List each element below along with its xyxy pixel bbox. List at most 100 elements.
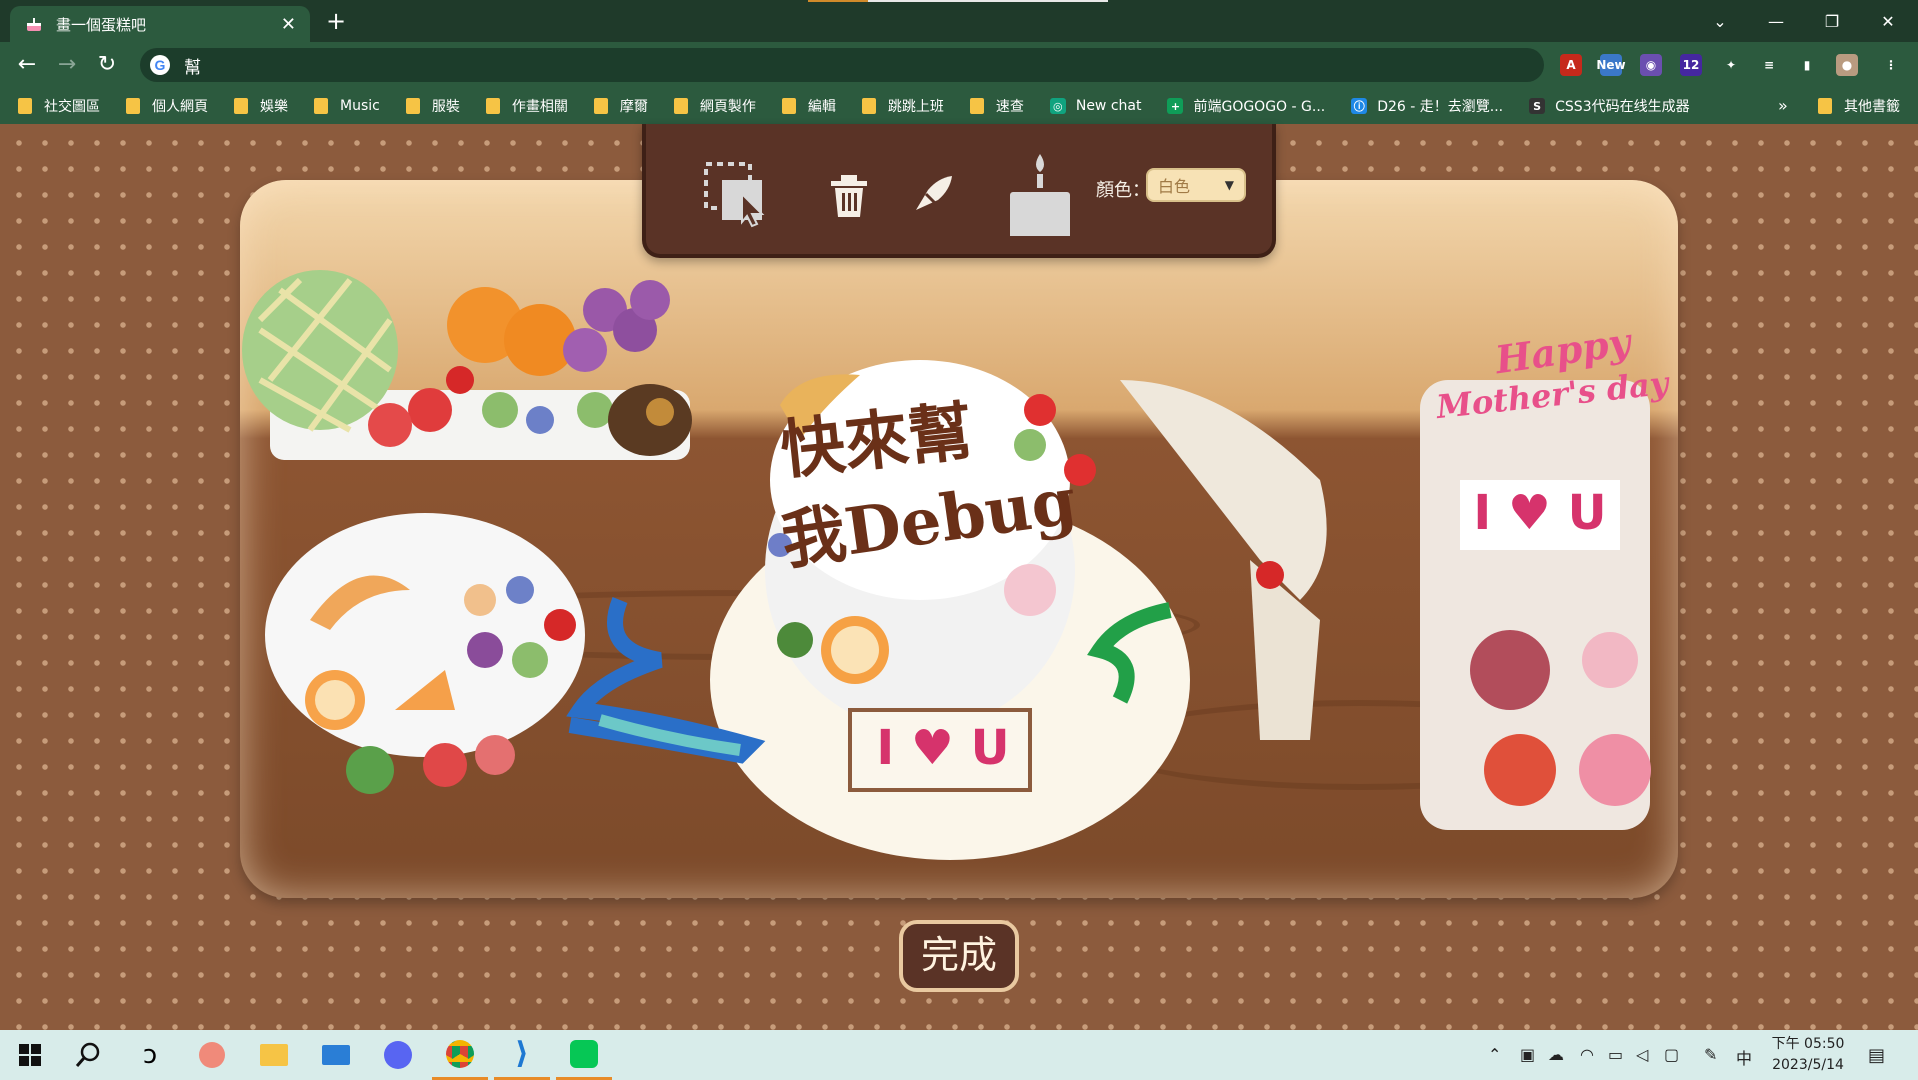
chrome-app-icon — [446, 1039, 474, 1068]
onedrive-icon[interactable]: ☁ — [1548, 1045, 1564, 1064]
bookmark-item[interactable]: ◎ New chat — [1049, 98, 1141, 114]
folder-app-icon — [260, 1044, 288, 1066]
bookmark-label: 速查 — [995, 99, 1024, 115]
bookmark-label: 社交圖區 — [44, 99, 100, 115]
taskbar-app-vscode[interactable]: ⟩ — [494, 1030, 550, 1080]
bookmark-item[interactable]: ⓘ D26 - 走！去瀏覽... — [1351, 96, 1503, 116]
more-menu-icon[interactable]: ⋮ — [1880, 54, 1902, 76]
vscode-app-icon: ⟩ — [515, 1036, 529, 1071]
folder-icon — [126, 98, 140, 114]
search-button[interactable] — [60, 1030, 116, 1080]
browser-tab-active[interactable]: 畫一個蛋糕吧 ✕ — [10, 6, 310, 42]
palette-extension-icon[interactable]: ◉ — [1640, 54, 1662, 76]
profile-avatar[interactable]: ● — [1836, 54, 1858, 76]
bookmark-item[interactable]: 服裝 — [405, 96, 460, 116]
color-select-value: 白色 — [1158, 177, 1191, 196]
reload-icon[interactable]: ↻ — [92, 50, 122, 80]
fruit-platter-drawing — [242, 270, 692, 460]
drawing-board[interactable]: 快來幫 我Debug I ♥ U I ♥ U Happy Mother's da… — [240, 180, 1678, 898]
badge-extension-icon[interactable]: 12 — [1680, 54, 1702, 76]
fruit-plate-drawing — [265, 513, 585, 794]
site-favicon-icon: + — [1167, 98, 1184, 114]
bookmark-item[interactable]: 跳跳上班 — [861, 96, 944, 116]
taskbar-app-explorer[interactable] — [246, 1030, 302, 1080]
folder-icon — [969, 98, 984, 114]
swirl-app-icon: ↄ — [142, 1040, 158, 1070]
select-area-icon — [704, 162, 765, 228]
bookmarks-overflow-icon[interactable]: » — [1778, 88, 1788, 124]
bookmark-item[interactable]: 作畫相關 — [485, 96, 568, 116]
clock-date: 2023/5/14 — [1772, 1057, 1844, 1073]
tab-title: 畫一個蛋糕吧 — [56, 15, 147, 34]
bookmark-item[interactable]: + 前端GOGOGO - G... — [1167, 96, 1325, 116]
bookmark-label: 編輯 — [807, 99, 836, 115]
new-tab-button[interactable]: + — [322, 8, 350, 36]
bookmark-item[interactable]: 網頁製作 — [673, 96, 756, 116]
minimize-button[interactable]: — — [1748, 0, 1804, 42]
pdf-icon[interactable]: A — [1560, 54, 1582, 76]
cake-favicon-icon — [24, 14, 44, 34]
delete-tool-button[interactable] — [824, 166, 874, 226]
bookmark-item[interactable]: Music — [314, 98, 380, 114]
bookmark-label: D26 - 走！去瀏覽... — [1377, 99, 1504, 115]
piping-tool-button[interactable] — [904, 164, 964, 224]
bookmark-label: 摩爾 — [619, 99, 648, 115]
volume-icon[interactable]: ◁ — [1636, 1045, 1648, 1064]
tab-close-icon[interactable]: ✕ — [281, 14, 296, 35]
taskbar-app-paint[interactable] — [184, 1030, 240, 1080]
taskbar-app-mail[interactable] — [308, 1030, 364, 1080]
search-icon — [75, 1042, 100, 1067]
taskbar-app-cortana[interactable]: ↄ — [122, 1030, 178, 1080]
other-bookmarks-label: 其他書籤 — [1844, 99, 1900, 115]
ime-indicator[interactable]: 中 — [1736, 1045, 1752, 1069]
forward-arrow-icon[interactable]: → — [52, 50, 82, 80]
done-button[interactable]: 完成 — [899, 920, 1019, 992]
trash-icon — [831, 175, 867, 217]
other-bookmarks-folder[interactable]: 其他書籤 — [1818, 88, 1900, 124]
notification-icon[interactable]: ▤ — [1868, 1045, 1885, 1066]
address-bar[interactable]: G 幫 — [140, 48, 1544, 82]
folder-icon — [593, 98, 608, 114]
color-select[interactable]: 白色 ▼ — [1146, 168, 1246, 202]
bookmark-item[interactable]: 個人網頁 — [126, 96, 208, 116]
tray-overflow-icon[interactable]: ⌃ — [1488, 1045, 1501, 1064]
display-icon[interactable]: ▢ — [1664, 1045, 1679, 1064]
restore-button[interactable]: ❐ — [1804, 0, 1860, 42]
google-icon: G — [150, 55, 170, 75]
taskbar-app-line[interactable] — [556, 1030, 612, 1080]
bookmark-item[interactable]: 編輯 — [781, 96, 836, 116]
folder-icon — [781, 98, 796, 114]
start-button[interactable] — [2, 1030, 58, 1080]
cake-icon — [1010, 154, 1070, 236]
taskbar-app-chrome[interactable] — [432, 1030, 488, 1080]
side-panel-icon[interactable]: ▮ — [1796, 54, 1818, 76]
close-window-button[interactable]: ✕ — [1860, 0, 1916, 42]
wifi-icon[interactable]: ◠ — [1580, 1045, 1594, 1064]
bookmark-item[interactable]: S CSS3代码在线生成器 — [1529, 96, 1690, 116]
bookmark-label: 娛樂 — [260, 99, 288, 115]
folder-icon — [861, 98, 876, 114]
folder-icon — [673, 98, 688, 114]
back-arrow-icon[interactable]: ← — [12, 50, 42, 80]
bookmark-item[interactable]: 娛樂 — [234, 96, 288, 116]
bookmark-item[interactable]: 速查 — [969, 96, 1024, 116]
taskbar-app-discord[interactable] — [370, 1030, 426, 1080]
pen-icon[interactable]: ✎ — [1704, 1045, 1717, 1064]
puzzle-icon[interactable]: ✦ — [1720, 54, 1742, 76]
new-extension-icon[interactable]: New — [1596, 54, 1626, 76]
bookmark-label: Music — [340, 98, 380, 114]
battery-icon[interactable]: ▭ — [1608, 1045, 1623, 1064]
folder-icon — [405, 98, 420, 114]
bookmark-label: CSS3代码在线生成器 — [1555, 99, 1690, 115]
media-icon[interactable]: ≡ — [1758, 54, 1780, 76]
site-favicon-icon: S — [1529, 98, 1546, 114]
line-app-icon — [570, 1039, 598, 1068]
tray-device-icon[interactable]: ▣ — [1520, 1045, 1535, 1064]
system-clock[interactable]: 下午 05:50 2023/5/14 — [1768, 1034, 1848, 1076]
select-tool-button[interactable] — [702, 160, 772, 230]
tab-search-chevron-icon[interactable]: ⌄ — [1692, 0, 1748, 42]
bookmark-item[interactable]: 摩爾 — [593, 96, 648, 116]
card-sign-text: I ♥ U — [1473, 485, 1607, 541]
bookmark-item[interactable]: 社交圖區 — [18, 96, 100, 116]
cake-tool-button[interactable] — [1002, 150, 1078, 240]
